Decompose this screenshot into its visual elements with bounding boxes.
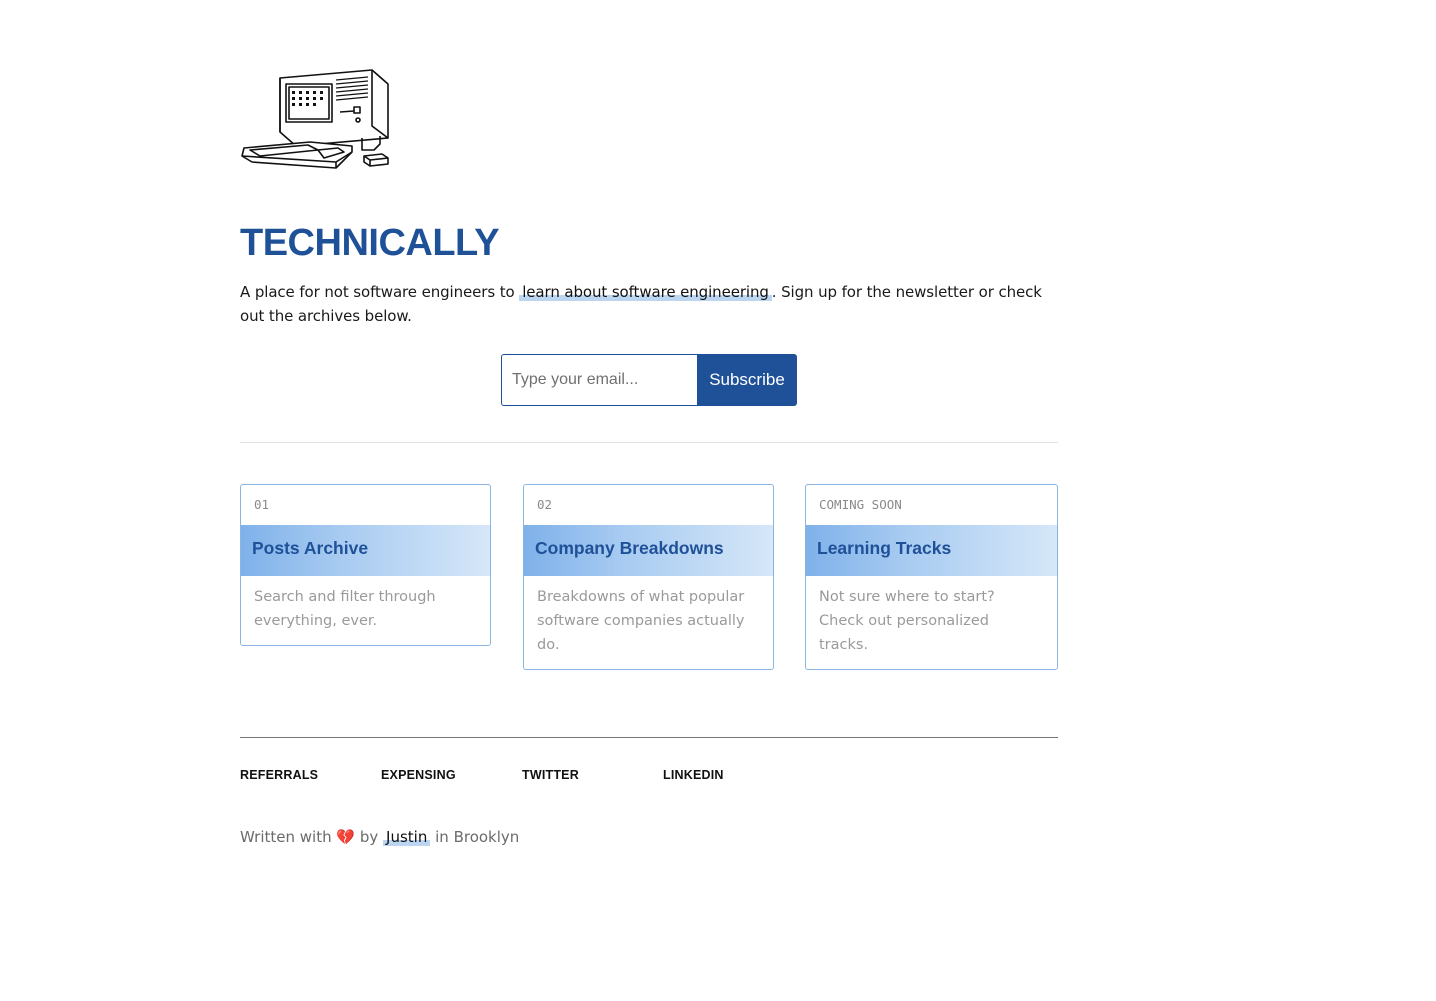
card-title: Posts Archive [241, 525, 490, 576]
card-number: 02 [537, 497, 553, 512]
credit-suffix: in Brooklyn [435, 828, 520, 846]
author-link[interactable]: Justin [383, 828, 431, 846]
card-title: Company Breakdowns [524, 525, 773, 576]
newsletter-form: Subscribe [501, 354, 797, 406]
intro-text: A place for not software engineers to le… [240, 280, 1058, 328]
footer-link-expensing[interactable]: EXPENSING [381, 768, 522, 782]
broken-heart-icon: 💔 [336, 828, 356, 846]
footer-credit: Written with 💔 by Justin in Brooklyn [240, 828, 519, 846]
card-posts-archive[interactable]: 01 Posts Archive Search and filter throu… [240, 484, 491, 646]
credit-prefix: Written with [240, 828, 332, 846]
card-description: Breakdowns of what popular software comp… [537, 589, 745, 653]
card-number: 01 [254, 497, 270, 512]
site-title: TECHNICALLY [240, 222, 500, 264]
card-coming-soon-badge: COMING SOON [819, 497, 902, 512]
footer-link-linkedin[interactable]: LINKEDIN [663, 768, 804, 782]
card-title: Learning Tracks [806, 525, 1057, 576]
footer-nav: REFERRALS EXPENSING TWITTER LINKEDIN [240, 768, 804, 782]
intro-text-before: A place for not software engineers to [240, 283, 520, 301]
card-company-breakdowns[interactable]: 02 Company Breakdowns Breakdowns of what… [523, 484, 774, 670]
credit-by: by [359, 828, 379, 846]
footer-link-twitter[interactable]: TWITTER [522, 768, 663, 782]
card-description: Not sure where to start? Check out perso… [819, 589, 995, 653]
retro-computer-icon [241, 69, 389, 169]
email-input[interactable] [501, 354, 697, 406]
section-divider [240, 442, 1058, 443]
card-description: Search and filter through everything, ev… [254, 589, 436, 629]
card-learning-tracks[interactable]: COMING SOON Learning Tracks Not sure whe… [805, 484, 1058, 670]
footer-link-referrals[interactable]: REFERRALS [240, 768, 381, 782]
subscribe-button[interactable]: Subscribe [697, 354, 797, 406]
learn-link[interactable]: learn about software engineering [519, 283, 772, 301]
footer-divider [240, 737, 1058, 738]
